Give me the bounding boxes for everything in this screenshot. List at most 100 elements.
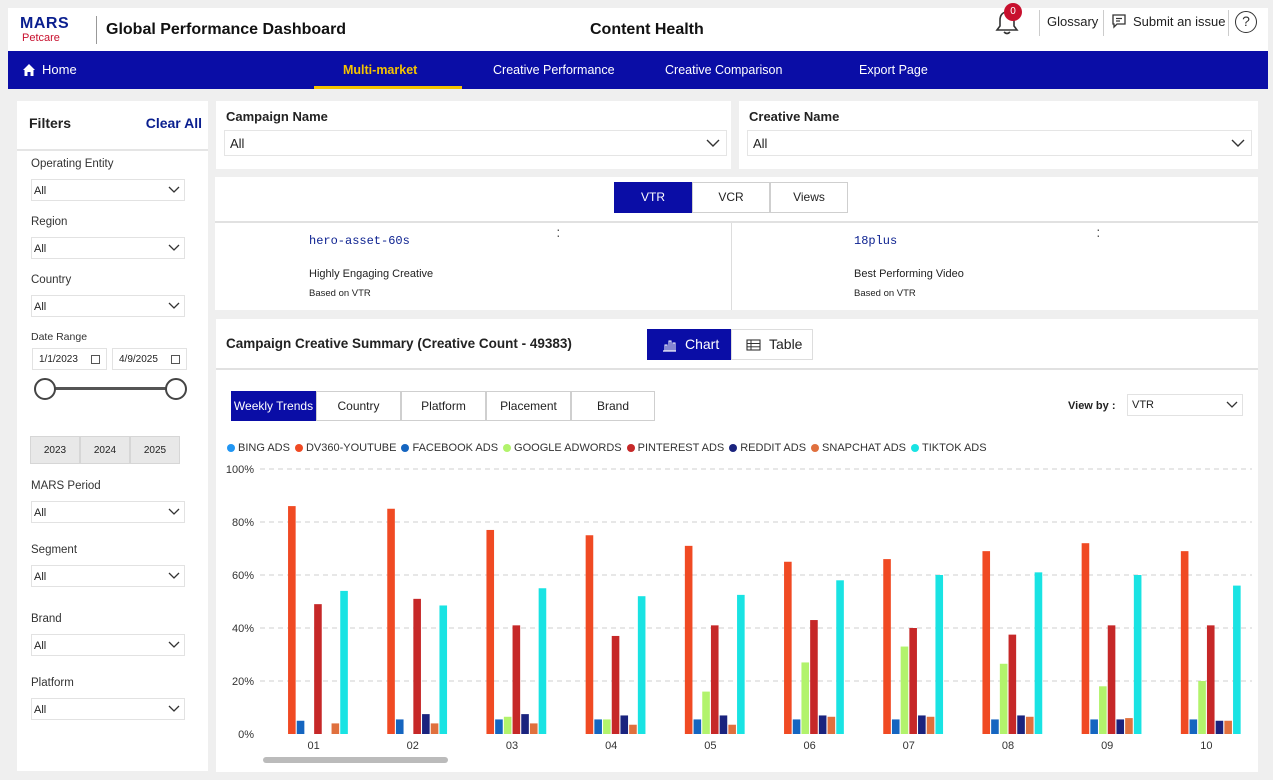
legend-item[interactable]: REDDIT ADS: [729, 442, 806, 454]
mars-period-select[interactable]: All: [31, 501, 185, 523]
chart-legend: BING ADS DV360-YOUTUBE FACEBOOK ADS GOOGLE …: [227, 442, 987, 454]
x-tick-label: 02: [407, 740, 419, 752]
more-options-icon[interactable]: · ·: [1096, 222, 1101, 242]
calendar-icon[interactable]: [171, 355, 180, 364]
bar: [810, 620, 818, 734]
year-button-2023[interactable]: 2023: [30, 436, 80, 464]
legend-item[interactable]: GOOGLE ADWORDS: [503, 442, 622, 454]
x-tick-label: 08: [1002, 740, 1014, 752]
mars-period-label: MARS Period: [31, 480, 101, 492]
bar: [926, 716, 935, 734]
legend-item[interactable]: BING ADS: [227, 442, 290, 454]
help-icon[interactable]: ?: [1235, 11, 1257, 33]
legend-item[interactable]: SNAPCHAT ADS: [811, 442, 906, 454]
logo-sub: Petcare: [22, 32, 60, 44]
date-range-start-handle[interactable]: [34, 378, 56, 400]
bar: [395, 719, 404, 734]
nav-tab-multi-market[interactable]: Multi-market: [343, 63, 417, 77]
tab-placement[interactable]: Placement: [486, 391, 571, 421]
legend-label: FACEBOOK ADS: [412, 442, 499, 454]
bar: [430, 723, 439, 734]
legend-item[interactable]: DV360-YOUTUBE: [294, 442, 397, 454]
brand-select[interactable]: All: [31, 634, 185, 656]
y-tick-label: 40%: [232, 623, 254, 635]
bar: [991, 719, 999, 734]
bar: [422, 714, 430, 734]
bar: [503, 716, 512, 734]
date-range-slider-track[interactable]: [45, 387, 177, 390]
nav-tab-export-page[interactable]: Export Page: [859, 63, 928, 77]
legend-item[interactable]: FACEBOOK ADS: [401, 442, 498, 454]
bar: [594, 719, 602, 734]
view-by-value: VTR: [1132, 399, 1154, 411]
kpi-best-video-desc: Best Performing Video: [854, 268, 964, 280]
country-select[interactable]: All: [31, 295, 185, 317]
date-start-input[interactable]: 1/1/2023: [32, 348, 107, 370]
table-view-button[interactable]: Table: [731, 329, 813, 360]
legend-label: DV360-YOUTUBE: [305, 442, 397, 454]
metric-button-vtr[interactable]: VTR: [614, 182, 692, 213]
bar: [1198, 681, 1206, 734]
bar: [629, 724, 637, 734]
glossary-link[interactable]: Glossary: [1047, 14, 1098, 29]
operating-entity-select[interactable]: All: [31, 179, 185, 201]
header-divider: [96, 16, 97, 44]
more-options-icon[interactable]: · ·: [556, 222, 561, 242]
year-button-2024[interactable]: 2024: [80, 436, 130, 464]
bar: [585, 535, 594, 734]
tab-country[interactable]: Country: [316, 391, 401, 421]
home-icon: [23, 63, 35, 76]
campaign-name-select[interactable]: All: [224, 130, 727, 156]
year-button-2025[interactable]: 2025: [130, 436, 180, 464]
bar: [883, 559, 891, 734]
brand-value: All: [34, 640, 47, 652]
chevron-down-icon: [168, 302, 180, 309]
kpi-best-video-name: 18plus: [854, 234, 898, 248]
notification-badge: 0: [1004, 3, 1022, 21]
chart-horizontal-scrollbar[interactable]: [263, 757, 448, 763]
bar: [521, 714, 529, 734]
date-end-input[interactable]: 4/9/2025: [112, 348, 187, 370]
feedback-icon: [1112, 14, 1126, 29]
region-select[interactable]: All: [31, 237, 185, 259]
region-label: Region: [31, 216, 68, 228]
bar: [900, 646, 909, 734]
mars-petcare-logo[interactable]: MARS Petcare: [20, 16, 90, 45]
creative-name-value: All: [753, 136, 768, 151]
tab-weekly-trends[interactable]: Weekly Trends: [231, 391, 316, 421]
platform-select[interactable]: All: [31, 698, 185, 720]
header-separator: [1103, 10, 1104, 36]
submit-issue-button[interactable]: Submit an issue: [1111, 13, 1226, 29]
chevron-down-icon: [168, 572, 180, 579]
y-tick-label: 20%: [232, 676, 254, 688]
creative-name-select[interactable]: All: [747, 130, 1252, 156]
bar: [891, 719, 900, 734]
creative-name-card: Creative Name All: [739, 101, 1258, 169]
x-tick-label: 03: [506, 740, 518, 752]
metric-button-views[interactable]: Views: [770, 182, 848, 213]
kpi-engaging-creative-name: hero-asset-60s: [309, 234, 410, 248]
legend-label: SNAPCHAT ADS: [822, 442, 906, 454]
bar: [296, 720, 305, 734]
legend-item[interactable]: TIKTOK ADS: [911, 442, 987, 454]
operating-entity-label: Operating Entity: [31, 158, 114, 170]
nav-tab-creative-comparison[interactable]: Creative Comparison: [665, 63, 782, 77]
view-by-select[interactable]: VTR: [1127, 394, 1243, 416]
bar: [331, 723, 340, 734]
main-nav: Home Multi-market Creative Performance C…: [8, 51, 1268, 89]
metric-button-vcr[interactable]: VCR: [692, 182, 770, 213]
clear-all-button[interactable]: Clear All: [146, 115, 202, 131]
bar: [314, 604, 322, 734]
tab-brand[interactable]: Brand: [571, 391, 655, 421]
summary-divider: [216, 368, 1258, 370]
bar: [387, 508, 395, 734]
legend-item[interactable]: PINTEREST ADS: [626, 442, 724, 454]
date-range-end-handle[interactable]: [165, 378, 187, 400]
bar: [495, 719, 503, 734]
nav-home[interactable]: Home: [22, 62, 77, 77]
tab-platform[interactable]: Platform: [401, 391, 486, 421]
calendar-icon[interactable]: [91, 355, 100, 364]
chart-view-button[interactable]: Chart: [647, 329, 732, 360]
nav-tab-creative-performance[interactable]: Creative Performance: [493, 63, 615, 77]
segment-select[interactable]: All: [31, 565, 185, 587]
